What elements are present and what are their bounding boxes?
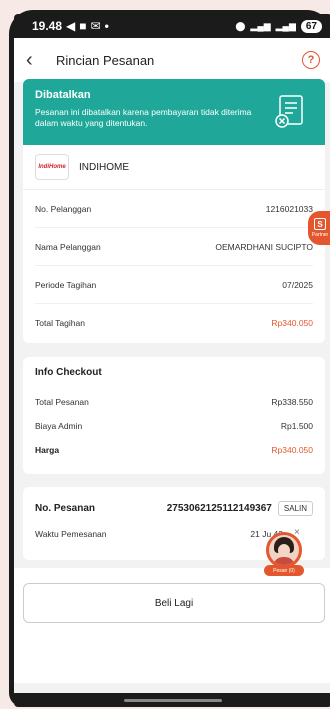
navigation-arrow-icon: ◀ bbox=[66, 19, 76, 33]
bill-label: Total Tagihan bbox=[35, 318, 85, 328]
cancelled-banner: Dibatalkan Pesanan ini dibatalkan karena… bbox=[23, 79, 325, 145]
checkout-label: Harga bbox=[35, 445, 60, 455]
banner-message: Pesanan ini dibatalkan karena pembayaran… bbox=[35, 107, 252, 128]
mail-icon: ✉ bbox=[90, 19, 101, 33]
signal-icon: ▂▄▆ bbox=[250, 20, 271, 31]
checkout-label: Biaya Admin bbox=[35, 421, 83, 431]
order-number-label: No. Pesanan bbox=[35, 502, 96, 514]
partner-floating-button[interactable]: S Partner bbox=[308, 211, 330, 245]
partner-label: Partner bbox=[311, 232, 329, 238]
bill-value: OEMARDHANI SUCIPTO bbox=[215, 241, 313, 252]
checkout-title: Info Checkout bbox=[35, 367, 102, 378]
price-value: Rp340.050 bbox=[271, 445, 313, 455]
location-icon: ⬤ bbox=[235, 20, 246, 31]
home-indicator[interactable] bbox=[124, 699, 222, 702]
app-screen: 19.48 ◀ ■ ✉ • ⬤ ▂▄▆ ▂▄▆ 67 ‹ Rincian Pes… bbox=[14, 14, 330, 707]
checkout-info-card: Info Checkout Total Pesanan Rp338.550 Bi… bbox=[23, 357, 325, 474]
partner-icon: S bbox=[314, 218, 326, 230]
checkout-value: Rp338.550 bbox=[271, 397, 313, 407]
checkout-row: Harga Rp340.050 bbox=[35, 438, 313, 462]
app-header: ‹ Rincian Pesanan ? bbox=[14, 38, 330, 82]
bill-row: Periode Tagihan 07/2025 bbox=[35, 266, 313, 304]
checkout-label: Total Pesanan bbox=[35, 397, 89, 407]
system-nav-bar bbox=[14, 693, 330, 707]
order-number-value: 2753062125112149367 bbox=[166, 502, 272, 514]
back-arrow-icon[interactable]: ‹ bbox=[26, 49, 50, 72]
bill-label: Nama Pelanggan bbox=[35, 241, 101, 252]
bill-row: Nama Pelanggan OEMARDHANI SUCIPTO bbox=[35, 228, 313, 266]
page-title: Rincian Pesanan bbox=[56, 52, 155, 68]
footer-bar: Beli Lagi bbox=[14, 568, 330, 683]
dot-icon: • bbox=[104, 19, 109, 33]
indihome-logo: IndiHome bbox=[35, 154, 69, 180]
bill-value: 1216021033 bbox=[265, 203, 313, 214]
signal-icon-2: ▂▄▆ bbox=[275, 20, 296, 31]
help-icon[interactable]: ? bbox=[302, 51, 320, 69]
buy-again-button[interactable]: Beli Lagi bbox=[23, 583, 325, 623]
bill-row: Total Tagihan Rp340.050 bbox=[35, 304, 313, 342]
banner-title: Dibatalkan bbox=[35, 89, 91, 101]
provider-name: INDIHOME bbox=[79, 161, 129, 173]
document-cancel-icon bbox=[275, 95, 303, 128]
checkout-row: Total Pesanan Rp338.550 bbox=[35, 390, 313, 414]
order-number-row: No. Pesanan 2753062125112149367 SALIN bbox=[35, 495, 313, 521]
total-bill-value: Rp340.050 bbox=[271, 318, 313, 328]
battery-badge: 67 bbox=[300, 19, 322, 33]
checkout-value: Rp1.500 bbox=[280, 421, 313, 431]
bill-row: No. Pelanggan 1216021033 bbox=[35, 190, 313, 228]
bill-label: Periode Tagihan bbox=[35, 279, 97, 290]
status-bar: 19.48 ◀ ■ ✉ • ⬤ ▂▄▆ ▂▄▆ 67 bbox=[14, 14, 330, 38]
promo-label: Pesan (0) bbox=[264, 565, 304, 576]
copy-button[interactable]: SALIN bbox=[277, 500, 313, 516]
status-time: 19.48 bbox=[32, 19, 63, 33]
close-icon[interactable]: × bbox=[294, 528, 304, 538]
promo-floating-widget[interactable]: × Pesan (0) bbox=[264, 528, 304, 578]
bill-value: 07/2025 bbox=[282, 279, 313, 290]
checkout-row: Biaya Admin Rp1.500 bbox=[35, 414, 313, 438]
order-time-label: Waktu Pemesanan bbox=[35, 529, 107, 539]
bill-label: No. Pelanggan bbox=[35, 203, 92, 214]
provider-card: IndiHome INDIHOME bbox=[23, 145, 325, 190]
bill-details-card: No. Pelanggan 1216021033 Nama Pelanggan … bbox=[23, 190, 325, 343]
notification-icon: ■ bbox=[79, 19, 87, 33]
